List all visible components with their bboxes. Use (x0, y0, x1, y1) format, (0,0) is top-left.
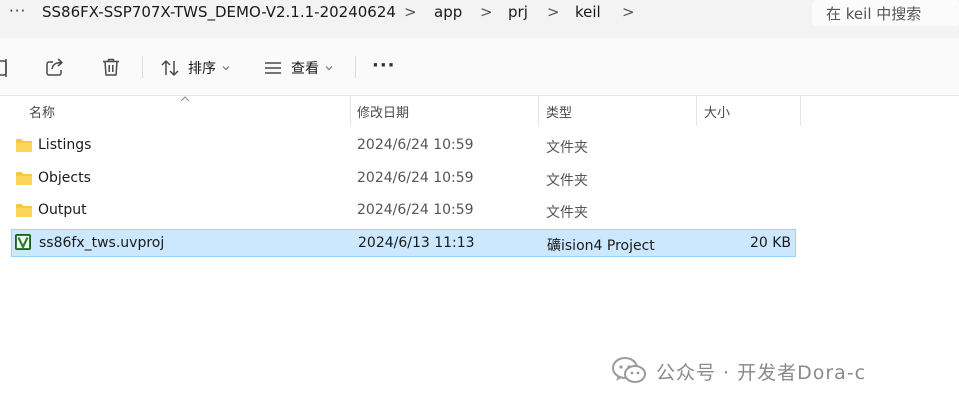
breadcrumb-keil[interactable]: keil (575, 3, 601, 21)
breadcrumb-separator[interactable]: > (547, 3, 560, 21)
wechat-icon (612, 357, 646, 383)
breadcrumb-separator[interactable]: > (622, 3, 635, 21)
breadcrumb-separator[interactable]: > (480, 3, 493, 21)
folder-icon (16, 204, 32, 217)
more-options-icon: ··· (372, 55, 396, 76)
file-name[interactable]: Listings (38, 137, 91, 153)
column-header-size[interactable]: 大小 (704, 102, 730, 121)
watermark-text: 公众号 · 开发者Dora-c (656, 361, 867, 384)
column-header-type[interactable]: 类型 (546, 102, 572, 121)
toolbar-divider (142, 56, 143, 78)
modified-date: 2024/6/13 11:13 (358, 235, 475, 251)
file-type: 文件夹 (546, 205, 588, 221)
list-item[interactable]: Output 2024/6/24 10:59 文件夹 (11, 197, 796, 225)
address-more-button[interactable]: ··· (9, 2, 26, 20)
share-button[interactable] (45, 57, 65, 77)
column-divider[interactable] (696, 96, 697, 126)
modified-date: 2024/6/24 10:59 (357, 202, 474, 218)
file-type: 礦ision4 Project (547, 238, 655, 254)
file-name[interactable]: Output (38, 202, 87, 218)
modified-date: 2024/6/24 10:59 (357, 170, 474, 186)
share-icon (46, 58, 63, 76)
column-header-name[interactable]: 名称 (29, 102, 55, 121)
list-item[interactable]: Objects 2024/6/24 10:59 文件夹 (11, 165, 796, 193)
view-button[interactable]: 查看 (263, 58, 333, 78)
command-bar: 排序 查看 ··· (0, 38, 959, 96)
sort-ascending-icon (180, 96, 190, 102)
column-header-date[interactable]: 修改日期 (357, 102, 409, 121)
modified-date: 2024/6/24 10:59 (357, 137, 474, 153)
folder-icon (16, 139, 32, 152)
list-item[interactable]: Listings 2024/6/24 10:59 文件夹 (11, 132, 796, 160)
chevron-down-icon (325, 66, 333, 71)
breadcrumb-prj[interactable]: prj (508, 3, 528, 21)
address-bar: ··· SS86FX-SSP707X-TWS_DEMO-V2.1.1-20240… (0, 0, 959, 38)
column-divider[interactable] (800, 96, 801, 126)
file-type: 文件夹 (546, 173, 588, 189)
uvision-project-icon (15, 234, 31, 250)
file-size: 20 KB (749, 235, 791, 251)
column-header-row: 名称 修改日期 类型 大小 (0, 96, 959, 126)
breadcrumb-app[interactable]: app (434, 3, 462, 21)
sort-label: 排序 (188, 61, 216, 77)
watermark: 公众号 · 开发者Dora-c (612, 357, 866, 385)
search-placeholder: 在 keil 中搜索 (826, 5, 922, 23)
trash-icon (103, 58, 119, 76)
toolbar-divider (355, 56, 356, 78)
column-divider[interactable] (350, 96, 351, 126)
sort-button[interactable]: 排序 (160, 58, 230, 78)
folder-icon (16, 172, 32, 185)
sort-icon (161, 60, 179, 76)
rename-button[interactable] (0, 58, 10, 78)
view-icon (265, 62, 281, 74)
more-options-button[interactable]: ··· (372, 55, 396, 76)
delete-button[interactable] (101, 57, 121, 77)
chevron-down-icon (222, 66, 230, 71)
list-item-selected[interactable]: ss86fx_tws.uvproj 2024/6/13 11:13 礦ision… (11, 229, 796, 257)
rename-icon (0, 59, 7, 77)
column-divider[interactable] (538, 96, 539, 126)
file-name[interactable]: ss86fx_tws.uvproj (39, 235, 164, 251)
file-type: 文件夹 (546, 140, 588, 156)
search-input[interactable]: 在 keil 中搜索 (812, 0, 959, 26)
breadcrumb-separator[interactable]: > (404, 3, 417, 21)
file-name[interactable]: Objects (38, 170, 91, 186)
view-label: 查看 (291, 61, 319, 77)
breadcrumb-root[interactable]: SS86FX-SSP707X-TWS_DEMO-V2.1.1-20240624 (42, 3, 396, 21)
